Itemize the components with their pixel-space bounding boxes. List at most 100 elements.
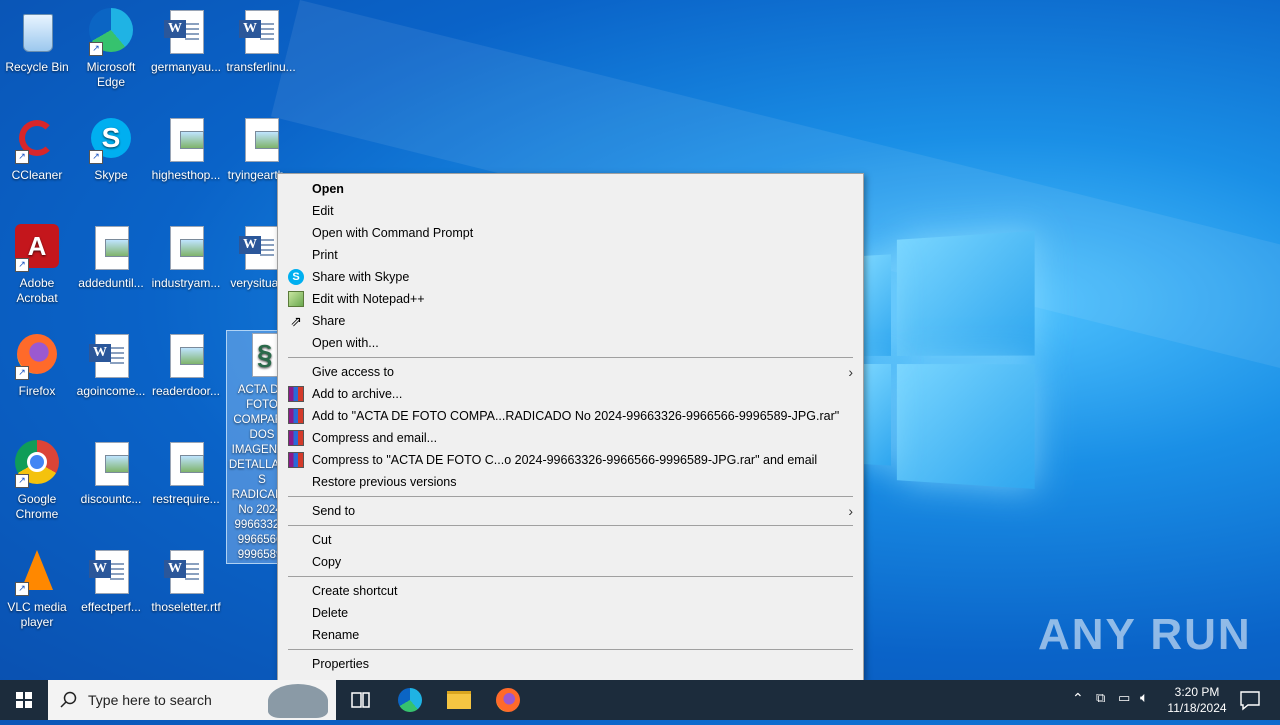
desktop-icon-adobe-acrobat[interactable]: A ↗ Adobe Acrobat <box>0 224 74 306</box>
menu-item-label: Print <box>312 244 338 266</box>
desktop-icon-word-doc[interactable]: W thoseletter.rtf <box>149 548 223 615</box>
menu-item-label: Open with... <box>312 332 379 354</box>
menu-item-delete[interactable]: Delete <box>278 602 863 624</box>
desktop-icon-label: agoincome... <box>74 384 148 399</box>
word-doc-icon: W <box>87 332 135 380</box>
desktop-icon-label: Skype <box>74 168 148 183</box>
menu-item-label: Add to "ACTA DE FOTO COMPA...RADICADO No… <box>312 405 839 427</box>
desktop-icon-vlc[interactable]: ↗ VLC media player <box>0 548 74 630</box>
notification-center-button[interactable] <box>1234 684 1266 716</box>
menu-item-open-with[interactable]: Open with... <box>278 332 863 354</box>
taskbar-firefox-button[interactable] <box>492 684 524 716</box>
search-placeholder: Type here to search <box>88 692 212 708</box>
desktop-icon-label: restrequire... <box>149 492 223 507</box>
word-doc-icon: W <box>87 548 135 596</box>
menu-item-label: Edit <box>312 200 334 222</box>
desktop-icon-label: CCleaner <box>0 168 74 183</box>
anyrun-watermark: ANY RUN <box>1038 610 1252 660</box>
menu-item-open[interactable]: Open <box>278 178 863 200</box>
desktop-icon-microsoft-edge[interactable]: ↗ Microsoft Edge <box>74 8 148 90</box>
menu-item-label: Open with Command Prompt <box>312 222 473 244</box>
menu-item-rename[interactable]: Rename <box>278 624 863 646</box>
taskbar-explorer-button[interactable] <box>443 684 475 716</box>
menu-separator <box>288 496 853 497</box>
desktop-icon-image-file[interactable]: highesthop... <box>149 116 223 183</box>
desktop-icon-word-doc[interactable]: W agoincome... <box>74 332 148 399</box>
desktop-icon-image-file[interactable]: restrequire... <box>149 440 223 507</box>
firefox-icon <box>496 688 520 712</box>
desktop-icon-label: transferlinu... <box>224 60 298 75</box>
clock-time: 3:20 PM <box>1160 684 1234 700</box>
desktop-icon-firefox[interactable]: ↗ Firefox <box>0 332 74 399</box>
desktop-icon-label: effectperf... <box>74 600 148 615</box>
chevron-up-icon[interactable]: ⌃ <box>1072 690 1084 707</box>
desktop-icon-label: discountc... <box>74 492 148 507</box>
desktop-icon-label: Firefox <box>0 384 74 399</box>
menu-item-label: Share <box>312 310 345 332</box>
menu-item-compress-email[interactable]: Compress and email... <box>278 427 863 449</box>
menu-item-add-to-rar[interactable]: Add to "ACTA DE FOTO COMPA...RADICADO No… <box>278 405 863 427</box>
desktop-icon-label: VLC media player <box>0 600 74 630</box>
menu-item-edit[interactable]: Edit <box>278 200 863 222</box>
desktop-icon-label: addeduntil... <box>74 276 148 291</box>
word-doc-icon: W <box>162 548 210 596</box>
menu-item-edit-notepadpp[interactable]: Edit with Notepad++ <box>278 288 863 310</box>
menu-item-send-to[interactable]: Send to › <box>278 500 863 522</box>
network-icon[interactable]: ▭ <box>1118 690 1130 706</box>
search-highlight-icon <box>268 684 328 718</box>
image-file-icon <box>162 224 210 272</box>
image-file-icon <box>162 116 210 164</box>
network-share-icon[interactable]: ⧉ <box>1096 690 1105 706</box>
menu-item-give-access[interactable]: Give access to › <box>278 361 863 383</box>
menu-item-copy[interactable]: Copy <box>278 551 863 573</box>
taskbar-edge-button[interactable] <box>394 684 426 716</box>
task-view-button[interactable] <box>344 684 376 716</box>
menu-item-label: Properties <box>312 653 369 675</box>
word-doc-icon: W <box>237 8 285 56</box>
desktop-icon-ccleaner[interactable]: ↗ CCleaner <box>0 116 74 183</box>
firefox-icon: ↗ <box>13 332 61 380</box>
menu-item-open-with-cmd[interactable]: Open with Command Prompt <box>278 222 863 244</box>
menu-item-restore-versions[interactable]: Restore previous versions <box>278 471 863 493</box>
skype-icon: S <box>288 269 304 285</box>
skype-icon: S ↗ <box>87 116 135 164</box>
menu-item-create-shortcut[interactable]: Create shortcut <box>278 580 863 602</box>
menu-item-cut[interactable]: Cut <box>278 529 863 551</box>
windows-logo-wallpaper <box>862 231 1037 492</box>
taskbar-clock[interactable]: 3:20 PM 11/18/2024 <box>1160 684 1234 716</box>
menu-item-label: Delete <box>312 602 348 624</box>
menu-item-share-with-skype[interactable]: S Share with Skype <box>278 266 863 288</box>
desktop-icon-word-doc[interactable]: W germanyau... <box>149 8 223 75</box>
desktop-icon-image-file[interactable]: discountc... <box>74 440 148 507</box>
winrar-icon <box>288 430 304 446</box>
menu-item-label: Open <box>312 178 344 200</box>
share-icon: ⇗ <box>288 313 304 329</box>
desktop-icon-label: germanyau... <box>149 60 223 75</box>
image-file-icon <box>237 116 285 164</box>
taskbar-search-box[interactable]: Type here to search <box>48 680 336 720</box>
desktop-icon-google-chrome[interactable]: ↗ Google Chrome <box>0 440 74 522</box>
desktop-icon-label: industryam... <box>149 276 223 291</box>
desktop-icon-image-file[interactable]: addeduntil... <box>74 224 148 291</box>
image-file-icon <box>87 224 135 272</box>
desktop-icon-recycle-bin[interactable]: Recycle Bin <box>0 8 74 75</box>
menu-item-properties[interactable]: Properties <box>278 653 863 675</box>
start-button[interactable] <box>0 680 48 720</box>
desktop-icon-word-doc[interactable]: W transferlinu... <box>224 8 298 75</box>
chevron-right-icon: › <box>848 500 853 522</box>
menu-item-add-to-archive[interactable]: Add to archive... <box>278 383 863 405</box>
clock-date: 11/18/2024 <box>1160 700 1234 716</box>
desktop-icon-word-doc[interactable]: W effectperf... <box>74 548 148 615</box>
desktop-icon-skype[interactable]: S ↗ Skype <box>74 116 148 183</box>
menu-item-compress-to-rar-email[interactable]: Compress to "ACTA DE FOTO C...o 2024-996… <box>278 449 863 471</box>
volume-icon[interactable]: 🔈︎ <box>1140 689 1148 706</box>
menu-item-label: Compress and email... <box>312 427 437 449</box>
desktop-icon-image-file[interactable]: industryam... <box>149 224 223 291</box>
desktop-icon-image-file[interactable]: readerdoor... <box>149 332 223 399</box>
menu-separator <box>288 649 853 650</box>
menu-item-share[interactable]: ⇗ Share <box>278 310 863 332</box>
menu-item-print[interactable]: Print <box>278 244 863 266</box>
ccleaner-icon: ↗ <box>13 116 61 164</box>
edge-icon <box>398 688 422 712</box>
chevron-right-icon: › <box>848 361 853 383</box>
